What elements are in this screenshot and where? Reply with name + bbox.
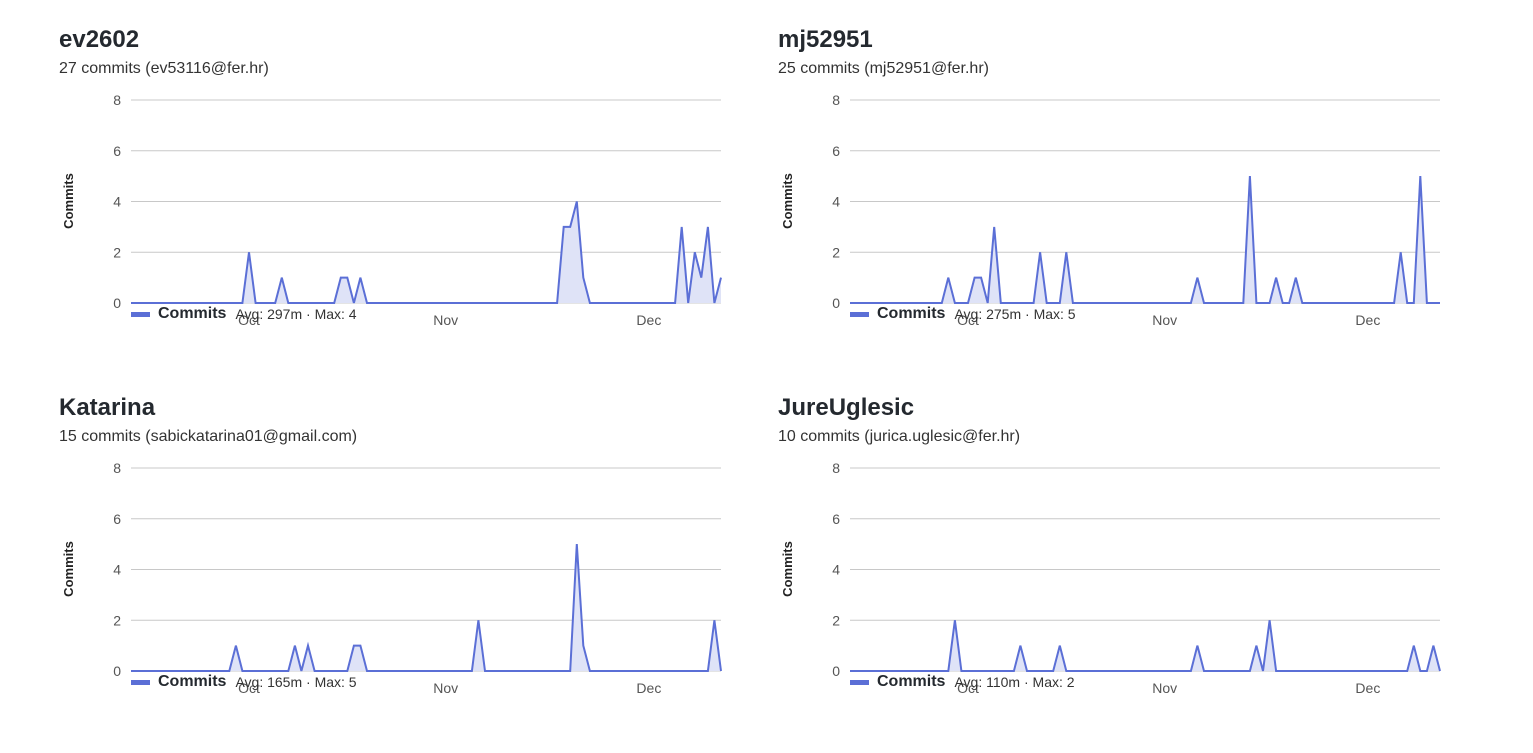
legend-swatch (850, 311, 869, 317)
y-tick-label: 8 (832, 92, 840, 108)
series-area (850, 176, 1440, 303)
y-axis-title: Commits (61, 541, 76, 597)
legend-stats: Avg: 110m · Max: 2 (954, 674, 1075, 690)
chart-legend[interactable]: Commits Avg: 275m · Max: 5 (850, 305, 1076, 323)
y-tick-label: 2 (113, 244, 121, 260)
y-tick-label: 4 (113, 562, 121, 578)
series-area (131, 544, 721, 671)
contributor-name: Katarina (59, 394, 156, 421)
legend-stats: Avg: 165m · Max: 5 (235, 674, 357, 690)
y-tick-label: 0 (113, 663, 121, 679)
y-tick-label: 2 (832, 244, 840, 260)
y-tick-label: 6 (113, 511, 121, 527)
series-line (850, 176, 1440, 304)
x-tick-label: Nov (433, 312, 458, 328)
legend-swatch (131, 679, 150, 685)
series-area (850, 620, 1440, 671)
y-tick-label: 4 (113, 194, 121, 210)
contributor-panel: JureUglesic 10 commits (jurica.uglesic@f… (778, 393, 1478, 753)
commits-chart: Commits 02468Oct Nov Dec (61, 92, 722, 328)
y-tick-label: 8 (113, 92, 121, 108)
x-tick-label: Dec (636, 680, 661, 696)
legend-swatch (131, 311, 150, 317)
y-tick-label: 6 (113, 143, 121, 159)
legend-stats: Avg: 275m · Max: 5 (954, 306, 1076, 322)
chart-legend[interactable]: Commits Avg: 110m · Max: 2 (850, 673, 1075, 691)
series-line (850, 620, 1441, 672)
y-axis-title: Commits (780, 541, 795, 597)
y-tick-label: 0 (832, 663, 840, 679)
y-tick-label: 4 (832, 194, 840, 210)
x-tick-label: Dec (1355, 680, 1380, 696)
legend-label: Commits (158, 305, 227, 322)
x-tick-label: Dec (1355, 312, 1380, 328)
chart-legend[interactable]: Commits Avg: 165m · Max: 5 (131, 673, 357, 691)
legend-stats: Avg: 297m · Max: 4 (235, 306, 357, 322)
y-tick-label: 2 (113, 612, 121, 628)
y-tick-label: 0 (832, 295, 840, 311)
y-tick-label: 8 (832, 460, 840, 476)
legend-label: Commits (877, 673, 946, 690)
chart-legend[interactable]: Commits Avg: 297m · Max: 4 (131, 305, 357, 323)
contributor-subtitle: 10 commits (jurica.uglesic@fer.hr) (778, 428, 1021, 445)
y-tick-label: 2 (832, 612, 840, 628)
commits-chart: Commits 02468Oct Nov Dec (61, 460, 722, 696)
contributor-name: ev2602 (59, 26, 140, 53)
contributor-panel: ev2602 27 commits (ev53116@fer.hr) Commi… (59, 25, 759, 385)
y-tick-label: 8 (113, 460, 121, 476)
y-tick-label: 0 (113, 295, 121, 311)
legend-label: Commits (158, 673, 227, 690)
series-line (131, 544, 722, 672)
contributor-subtitle: 25 commits (mj52951@fer.hr) (778, 60, 989, 77)
y-tick-label: 6 (832, 511, 840, 527)
contributor-name: JureUglesic (778, 394, 915, 421)
commits-chart: Commits 02468Oct Nov Dec (780, 92, 1440, 328)
contributor-panel: Katarina 15 commits (sabickatarina01@gma… (59, 393, 759, 753)
contributor-subtitle: 15 commits (sabickatarina01@gmail.com) (59, 428, 358, 445)
commits-chart: Commits 02468Oct Nov Dec (780, 460, 1441, 696)
contributor-subtitle: 27 commits (ev53116@fer.hr) (59, 60, 269, 77)
y-tick-label: 6 (832, 143, 840, 159)
contributor-name: mj52951 (778, 26, 873, 53)
x-tick-label: Dec (636, 312, 661, 328)
legend-swatch (850, 679, 869, 685)
y-axis-title: Commits (61, 173, 76, 229)
contributor-panel: mj52951 25 commits (mj52951@fer.hr) Comm… (778, 25, 1478, 385)
legend-label: Commits (877, 305, 946, 322)
x-tick-label: Nov (433, 680, 458, 696)
x-tick-label: Nov (1152, 680, 1177, 696)
x-tick-label: Nov (1152, 312, 1177, 328)
y-axis-title: Commits (780, 173, 795, 229)
y-tick-label: 4 (832, 562, 840, 578)
